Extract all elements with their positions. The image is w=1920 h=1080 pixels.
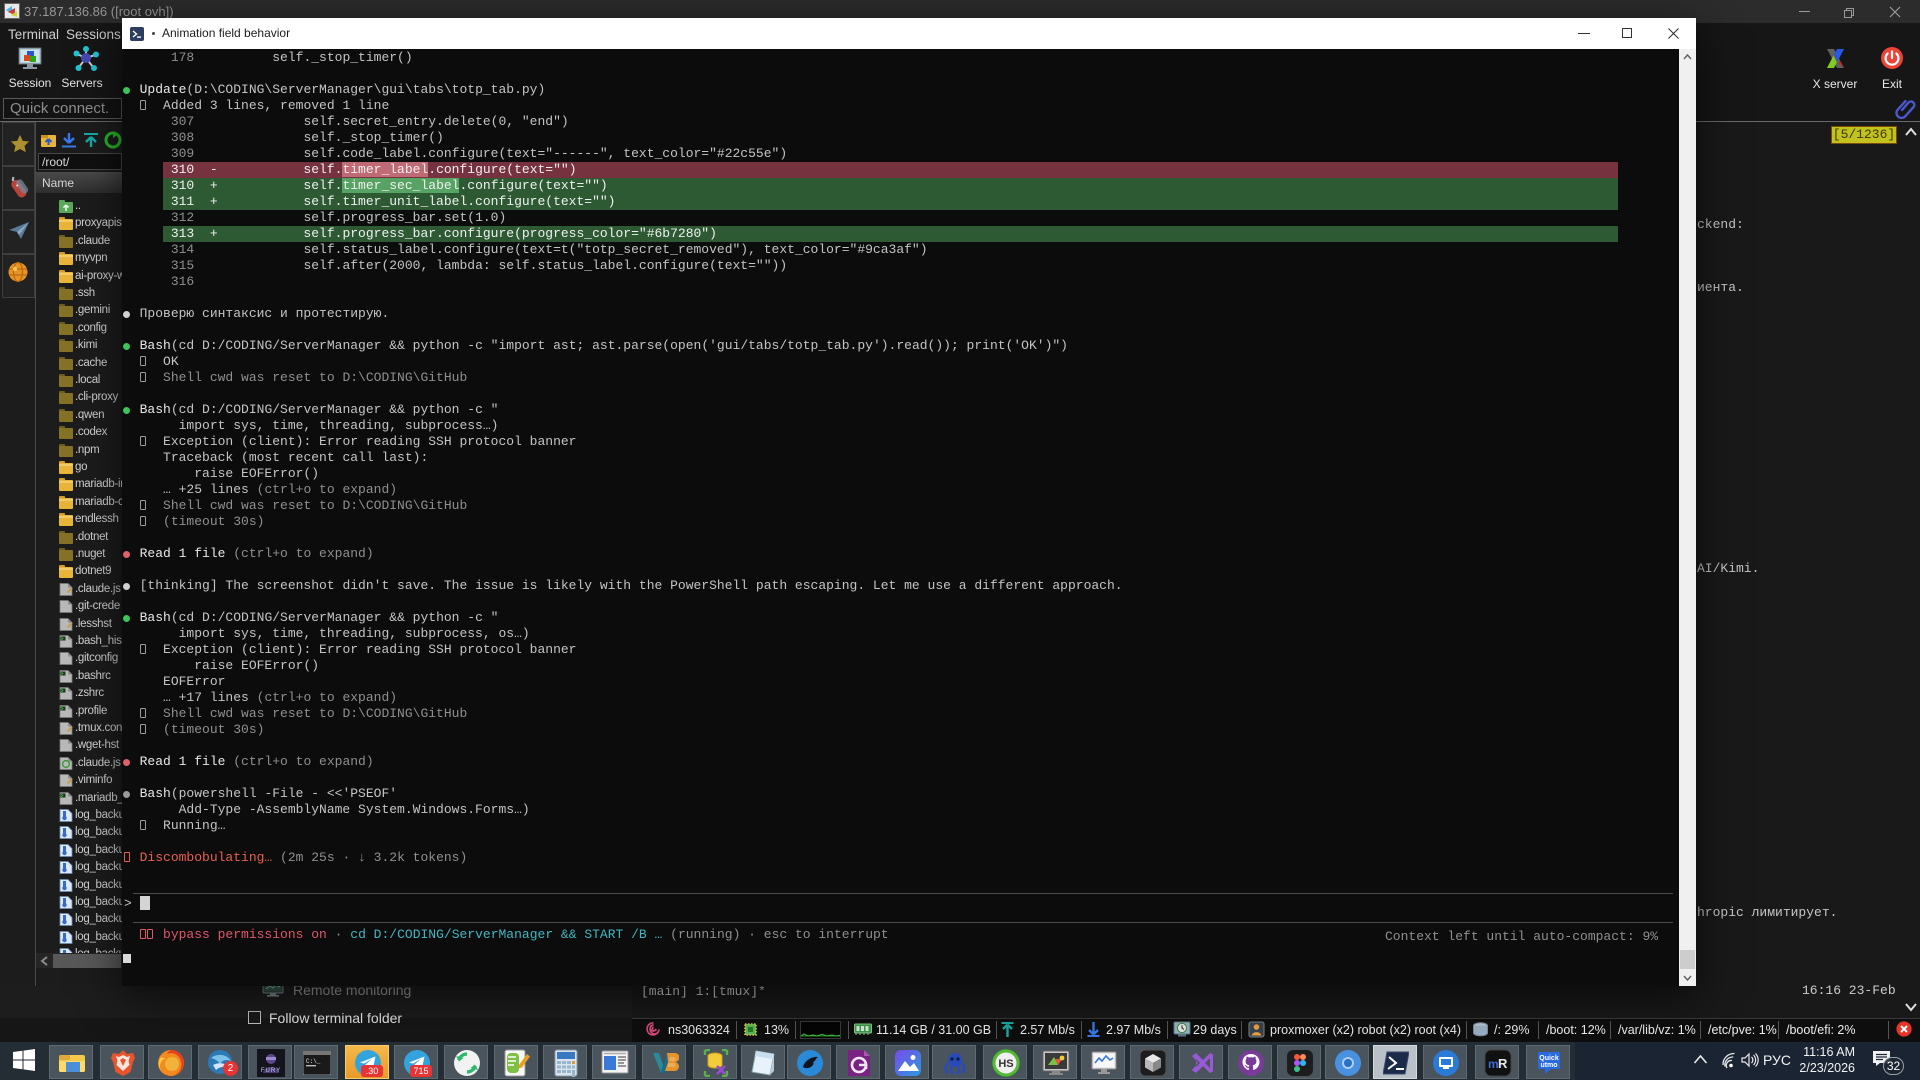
svg-text:C:\_: C:\_	[306, 1058, 321, 1065]
svg-text:utmo: utmo	[1540, 1062, 1557, 1069]
svg-text:R: R	[1498, 1056, 1508, 1071]
svg-text:HS: HS	[998, 1058, 1013, 1070]
svg-text:Quick: Quick	[1539, 1055, 1559, 1062]
